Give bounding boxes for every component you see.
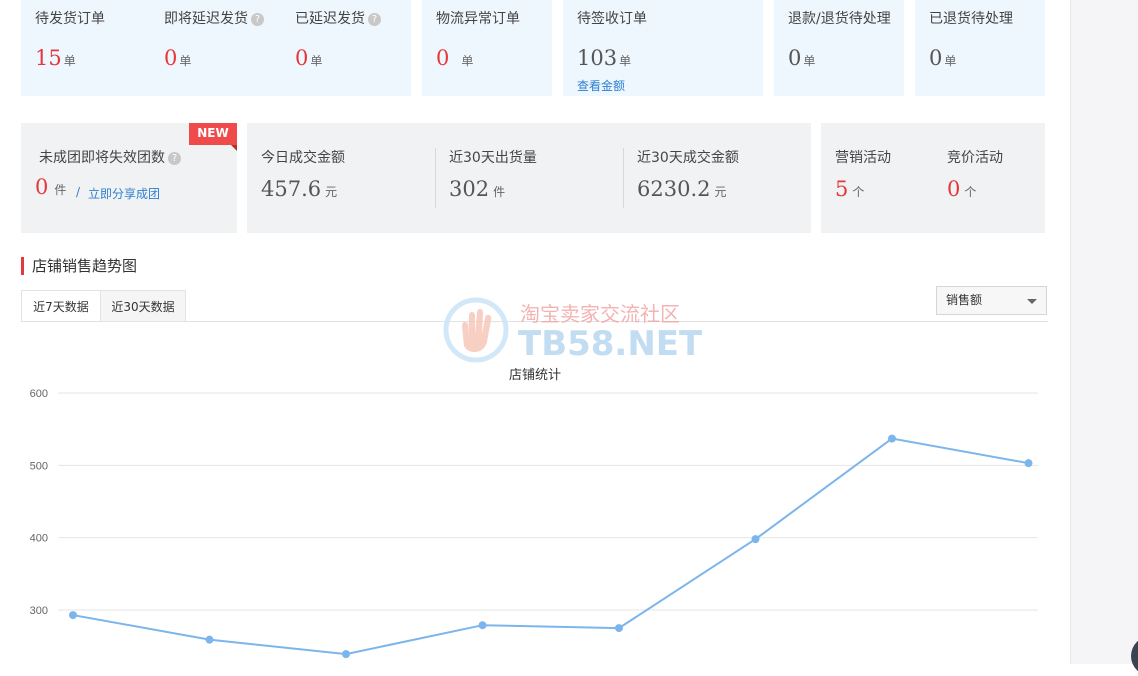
today-revenue-label: 今日成交金额 — [261, 150, 345, 166]
watermark: 淘宝卖家交流社区 TB58.NET — [442, 296, 702, 366]
y-tick-label: 600 — [30, 388, 48, 400]
returned-pending-count[interactable]: 0单 — [929, 46, 956, 70]
refund-pending-label: 退款/退货待处理 — [788, 11, 891, 27]
y-tick-label: 300 — [30, 605, 48, 617]
group-buy-count[interactable]: 0件 — [35, 175, 66, 199]
share-group-link[interactable]: 立即分享成团 — [88, 185, 160, 202]
chart-title: 店铺统计 — [509, 367, 561, 382]
awaiting-receipt-label: 待签收订单 — [577, 11, 647, 27]
sales-trend-title: 店铺销售趋势图 — [21, 257, 137, 275]
group-buy-label: 未成团即将失效团数? — [39, 147, 181, 167]
pending-shipment-count[interactable]: 15 单 — [35, 46, 76, 70]
data-point — [1024, 459, 1033, 468]
help-icon[interactable]: ? — [168, 152, 181, 165]
group-buy-separator: / — [76, 185, 81, 199]
about-to-delay-count[interactable]: 0单 — [164, 46, 191, 70]
data-point — [751, 535, 760, 544]
float-button[interactable] — [1131, 636, 1138, 676]
y-tick-label: 500 — [30, 460, 48, 472]
watermark-text-en: TB58.NET — [518, 324, 703, 364]
data-point — [615, 624, 623, 633]
revenue-30d-label: 近30天成交金额 — [637, 150, 739, 166]
pending-shipment-label: 待发货订单 — [35, 11, 105, 27]
order-stats-card: 待发货订单 15 单 即将延迟发货? 0单 已延迟发货? 0单 — [21, 0, 411, 96]
new-badge: NEW — [189, 123, 237, 151]
tab-7-days[interactable]: 近7天数据 — [21, 290, 101, 322]
y-tick-label: 400 — [30, 533, 48, 545]
logistics-exception-label: 物流异常订单 — [436, 11, 520, 27]
chevron-down-icon — [1027, 299, 1037, 304]
help-icon[interactable]: ? — [368, 13, 381, 26]
awaiting-receipt-card: 待签收订单 103 单 查看金额 — [563, 0, 763, 96]
logistics-exception-count[interactable]: 0单 — [436, 46, 473, 70]
bidding-activity-count[interactable]: 0个 — [947, 177, 976, 201]
about-to-delay-label: 即将延迟发货? — [164, 8, 264, 28]
view-amount-link[interactable]: 查看金额 — [577, 77, 625, 94]
returned-pending-card: 已退货待处理 0单 — [915, 0, 1045, 96]
refund-pending-count[interactable]: 0单 — [788, 46, 815, 70]
data-point — [888, 434, 896, 443]
metric-select[interactable]: 销售额 — [936, 286, 1047, 315]
data-point — [478, 621, 487, 630]
sales-summary-card: 今日成交金额 457.6 元 近30天出货量 302 件 近30天成交金额 6230… — [247, 123, 811, 233]
awaiting-receipt-count[interactable]: 103 单 — [577, 46, 631, 70]
refund-pending-card: 退款/退货待处理 0单 — [774, 0, 904, 96]
delayed-shipment-count[interactable]: 0单 — [295, 46, 322, 70]
line-chart-svg: 店铺统计 300 400 500 600 — [30, 367, 1038, 659]
watermark-text-cn: 淘宝卖家交流社区 — [520, 302, 680, 326]
marketing-activity-label: 营销活动 — [835, 150, 891, 166]
activities-card: 营销活动 5个 竞价活动 0个 — [821, 123, 1045, 233]
logistics-exception-card: 物流异常订单 0单 — [422, 0, 552, 96]
tab-30-days[interactable]: 近30天数据 — [100, 290, 186, 322]
revenue-30d-value: 6230.2 元 — [637, 177, 727, 201]
divider — [623, 148, 624, 208]
help-icon[interactable]: ? — [251, 13, 264, 26]
sales-trend-chart: 店铺统计 300 400 500 600 — [0, 360, 1070, 664]
shipments-30d-label: 近30天出货量 — [449, 150, 537, 166]
data-point — [205, 635, 214, 644]
series-line — [72, 437, 1029, 656]
delayed-shipment-label: 已延迟发货? — [295, 8, 381, 28]
data-point — [69, 611, 77, 620]
today-revenue-value: 457.6 元 — [261, 177, 338, 201]
bidding-activity-label: 竞价活动 — [947, 150, 1003, 166]
metric-select-value: 销售额 — [946, 293, 983, 307]
shipments-30d-value: 302 件 — [449, 177, 506, 201]
returned-pending-label: 已退货待处理 — [929, 11, 1013, 27]
scroll-gutter — [1070, 0, 1138, 676]
divider — [435, 148, 436, 208]
data-point — [342, 650, 350, 659]
marketing-activity-count[interactable]: 5个 — [835, 177, 864, 201]
dashboard-page: 待发货订单 15 单 即将延迟发货? 0单 已延迟发货? 0单 物流异常订单 0单… — [0, 0, 1070, 664]
